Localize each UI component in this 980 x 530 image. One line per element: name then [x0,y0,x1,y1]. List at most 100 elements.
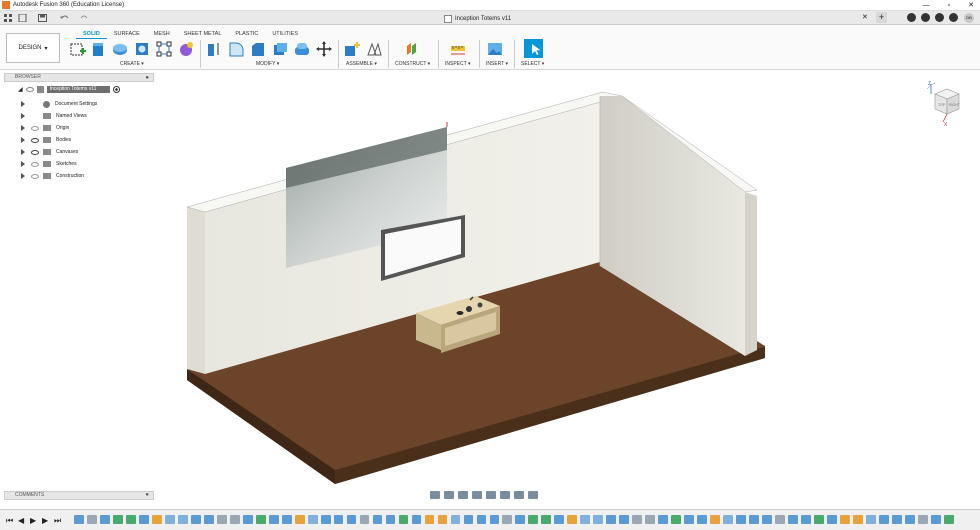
file-menu-icon[interactable] [18,14,27,22]
timeline-feature-icon[interactable] [411,515,422,524]
timeline-feature-icon[interactable] [593,515,604,524]
go-to-start-icon[interactable]: ⏮ [6,516,13,526]
close-window-button[interactable]: ✕ [968,0,974,11]
notifications-icon[interactable] [935,13,944,22]
timeline-feature-icon[interactable] [294,515,305,524]
timeline-feature-icon[interactable] [684,515,695,524]
step-back-icon[interactable]: ◀ [18,516,24,525]
workspace-switcher[interactable]: DESIGN ▾ [6,33,60,63]
avatar[interactable]: DB [964,13,974,23]
tab-plastic[interactable]: PLASTIC [228,30,265,39]
timeline-feature-icon[interactable] [437,515,448,524]
timeline-feature-icon[interactable] [502,515,513,524]
timeline-feature-icon[interactable] [99,515,110,524]
job-status-icon[interactable] [921,13,930,22]
timeline-feature-icon[interactable] [736,515,746,524]
timeline-feature-icon[interactable] [905,515,915,524]
timeline-feature-icon[interactable] [710,515,721,524]
timeline-feature-icon[interactable] [671,515,682,524]
timeline-feature-icon[interactable] [164,515,175,524]
timeline-feature-icon[interactable] [930,515,941,524]
move-copy-icon[interactable] [316,41,332,57]
revolve-icon[interactable] [112,41,128,57]
zoom-icon[interactable] [472,491,482,499]
new-component-icon[interactable] [344,41,360,57]
timeline-feature-icon[interactable] [463,515,474,524]
timeline-feature-icon[interactable] [943,515,954,524]
timeline-feature-icon[interactable] [866,515,876,524]
form-icon[interactable] [178,41,194,57]
select-icon[interactable] [524,39,543,58]
press-pull-icon[interactable] [206,41,222,57]
timeline-feature-icon[interactable] [658,515,669,524]
timeline-feature-icon[interactable] [346,515,357,524]
timeline-feature-icon[interactable] [489,515,500,524]
look-at-icon[interactable] [444,491,454,499]
timeline-feature-icon[interactable] [333,515,344,524]
maximize-button[interactable]: ▫ [948,0,950,11]
timeline-feature-icon[interactable] [723,515,734,524]
timeline-feature-icon[interactable] [320,515,331,524]
undo-icon[interactable] [60,14,69,22]
timeline-feature-icon[interactable] [74,515,84,524]
timeline-feature-icon[interactable] [424,515,435,524]
group-label-select[interactable]: SELECT ▾ [521,61,544,67]
viewcube[interactable]: TOP RIGHT Z X [925,80,969,126]
step-forward-icon[interactable]: ▶ [42,516,48,525]
timeline-feature-icon[interactable] [917,515,928,524]
timeline-feature-icon[interactable] [190,515,201,524]
minimize-button[interactable]: — [923,0,930,11]
save-icon[interactable] [38,14,47,22]
extensions-icon[interactable] [907,13,916,22]
orbit-icon[interactable] [430,491,440,499]
hole-icon[interactable] [134,41,150,57]
extrude-icon[interactable] [90,41,106,57]
timeline-feature-icon[interactable] [125,515,136,524]
timeline-feature-icon[interactable] [359,515,370,524]
timeline-feature-icon[interactable] [515,515,526,524]
timeline-feature-icon[interactable] [853,515,863,524]
tab-mesh[interactable]: MESH [147,30,177,39]
timeline-feature-icon[interactable] [151,515,162,524]
timeline-feature-icon[interactable] [476,515,487,524]
tab-sheet-metal[interactable]: SHEET METAL [177,30,229,39]
close-tab-button[interactable]: ✕ [862,13,868,21]
grid-settings-icon[interactable] [514,491,524,499]
timeline-feature-icon[interactable] [255,515,266,524]
timeline-feature-icon[interactable] [567,515,578,524]
group-label-inspect[interactable]: INSPECT ▾ [445,61,471,67]
tab-surface[interactable]: SURFACE [107,30,147,39]
timeline-feature-icon[interactable] [86,515,97,524]
tab-solid[interactable]: SOLID [76,30,107,39]
go-to-end-icon[interactable]: ⏭ [54,516,61,526]
timeline-feature-icon[interactable] [762,515,772,524]
pan-icon[interactable] [458,491,468,499]
timeline-feature-icon[interactable] [619,515,630,524]
measure-icon[interactable] [450,41,466,57]
timeline-feature-icon[interactable] [398,515,409,524]
timeline-feature-icon[interactable] [749,515,759,524]
redo-icon[interactable] [80,14,89,22]
timeline-feature-icon[interactable] [229,515,240,524]
timeline-feature-icon[interactable] [528,515,539,524]
timeline-feature-icon[interactable] [177,515,188,524]
timeline-feature-icon[interactable] [242,515,253,524]
new-tab-button[interactable]: + [876,12,887,23]
timeline-feature-icon[interactable] [788,515,798,524]
timeline-feature-icon[interactable] [112,515,123,524]
fit-icon[interactable] [486,491,496,499]
timeline-feature-icon[interactable] [645,515,656,524]
document-tab[interactable]: Inception Totems v11 [444,12,511,25]
timeline-feature-icon[interactable] [840,515,850,524]
timeline-feature-icon[interactable] [879,515,889,524]
comments-panel[interactable]: COMMENTS ● [4,491,154,500]
group-label-construct[interactable]: CONSTRUCT ▾ [395,61,430,67]
help-icon[interactable] [949,13,958,22]
timeline-feature-icon[interactable] [697,515,708,524]
fillet-icon[interactable] [228,41,244,57]
timeline-feature-icon[interactable] [775,515,785,524]
joint-icon[interactable] [366,41,382,57]
timeline-feature-icon[interactable] [892,515,902,524]
group-label-insert[interactable]: INSERT ▾ [486,61,508,67]
play-icon[interactable]: ▶ [30,516,36,525]
